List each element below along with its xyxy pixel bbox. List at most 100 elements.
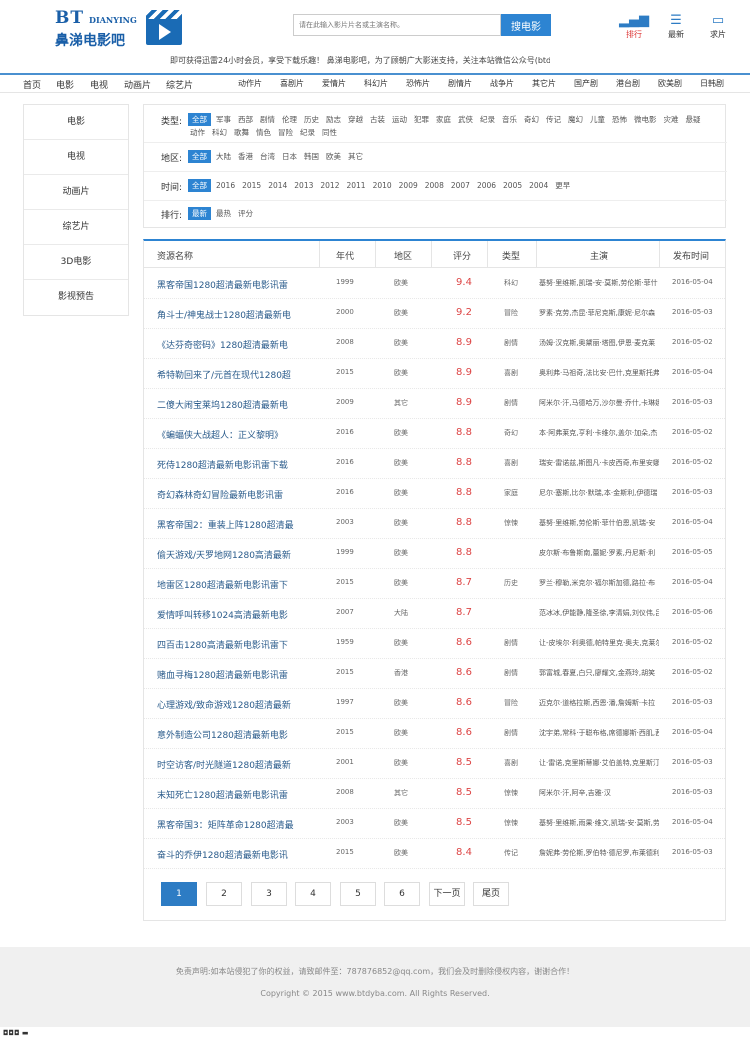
nav-romance[interactable]: 爱情片	[322, 78, 346, 89]
sidebar-item-movie[interactable]: 电影	[24, 105, 128, 140]
search-input[interactable]	[293, 14, 501, 36]
table-row[interactable]: 《蝙蝠侠大战超人：正义黎明》 2016 欧美 8.8 奇幻 本·阿弗莱克,亨利·卡维尔,盖…	[144, 419, 725, 449]
filter-year-option[interactable]: 2016	[214, 179, 237, 192]
resource-title-link[interactable]: 意外制造公司1280超清最新电影	[157, 728, 317, 741]
table-row[interactable]: 黑客帝国2：重装上阵1280超清最 2003 欧美 8.8 惊悚 基努·里维斯,劳伦斯·菲…	[144, 509, 725, 539]
sidebar-item-variety[interactable]: 综艺片	[24, 210, 128, 245]
filter-region-option[interactable]: 大陆	[214, 150, 233, 163]
filter-year-option[interactable]: 2005	[501, 179, 524, 192]
filter-type-option[interactable]: 穿越	[346, 113, 365, 126]
table-row[interactable]: 四百击1280高清最新电影讯雷下 1959 欧美 8.6 剧情 让-皮埃尔·利奥德,帕特里…	[144, 629, 725, 659]
filter-year-option[interactable]: 更早	[553, 179, 572, 192]
resource-title-link[interactable]: 《蝙蝠侠大战超人：正义黎明》	[157, 428, 317, 441]
sidebar-item-tv[interactable]: 电视	[24, 140, 128, 175]
table-row[interactable]: 赌血寻梅1280超清最新电影讯雷 2015 香港 8.6 剧情 郭富城,春夏,白只,廖耀文…	[144, 659, 725, 689]
filter-type-option[interactable]: 动作	[188, 126, 207, 139]
filter-type-option[interactable]: 恐怖	[610, 113, 629, 126]
resource-title-link[interactable]: 心理游戏/致命游戏1280超清最新	[157, 698, 317, 711]
col-title[interactable]: 资源名称	[157, 249, 193, 262]
col-actors[interactable]: 主演	[590, 249, 608, 262]
filter-type-option[interactable]: 全部	[188, 113, 211, 126]
table-row[interactable]: 黑客帝国1280超清最新电影讯雷 1999 欧美 9.4 科幻 基努·里维斯,凯瑞-安·莫…	[144, 269, 725, 299]
filter-type-option[interactable]: 军事	[214, 113, 233, 126]
filter-year-option[interactable]: 2010	[371, 179, 394, 192]
table-row[interactable]: 意外制造公司1280超清最新电影 2015 欧美 8.6 剧情 沈宇弟,常科·于聪布格,席…	[144, 719, 725, 749]
nav-action[interactable]: 动作片	[238, 78, 262, 89]
table-row[interactable]: 末知死亡1280超清最新电影讯雷 2008 其它 8.5 惊悚 阿米尔·汗,阿辛,吉雅·汉…	[144, 779, 725, 809]
nav-cn-series[interactable]: 国产剧	[574, 78, 598, 89]
table-row[interactable]: 二傻大闹宝莱坞1280超清最新电 2009 其它 8.9 剧情 阿米尔·汗,马德哈万,沙尔…	[144, 389, 725, 419]
table-row[interactable]: 地雷区1280超清最新电影讯雷下 2015 欧美 8.7 历史 罗兰·穆勒,米克尔·福尔斯…	[144, 569, 725, 599]
resource-title-link[interactable]: 赌血寻梅1280超清最新电影讯雷	[157, 668, 317, 681]
filter-year-option[interactable]: 全部	[188, 179, 211, 192]
nav-scifi[interactable]: 科幻片	[364, 78, 388, 89]
nav-drama[interactable]: 剧情片	[448, 78, 472, 89]
filter-year-option[interactable]: 2009	[397, 179, 420, 192]
resource-title-link[interactable]: 角斗士/神鬼战士1280超清最新电	[157, 308, 317, 321]
table-row[interactable]: 心理游戏/致命游戏1280超清最新 1997 欧美 8.6 冒险 迈克尔·道格拉斯,西恩·…	[144, 689, 725, 719]
table-row[interactable]: 角斗士/神鬼战士1280超清最新电 2000 欧美 9.2 冒险 罗素·克劳,杰昆·菲尼克…	[144, 299, 725, 329]
request-link[interactable]: ▭ 求片	[703, 12, 733, 40]
nav-anime[interactable]: 动画片	[124, 78, 151, 91]
resource-title-link[interactable]: 四百击1280高清最新电影讯雷下	[157, 638, 317, 651]
resource-title-link[interactable]: 希特勒回来了/元首在现代1280超	[157, 368, 317, 381]
nav-jpkr-series[interactable]: 日韩剧	[700, 78, 724, 89]
table-row[interactable]: 《达芬奇密码》1280超清最新电 2008 欧美 8.9 剧情 汤姆·汉克斯,奥黛丽·塔图…	[144, 329, 725, 359]
nav-home[interactable]: 首页	[23, 78, 41, 91]
rank-link[interactable]: ▂▄▆ 排行	[619, 12, 649, 40]
nav-tv[interactable]: 电视	[90, 78, 108, 91]
filter-type-option[interactable]: 伦理	[280, 113, 299, 126]
resource-title-link[interactable]: 奇幻森林奇幻冒险最新电影讯雷	[157, 488, 317, 501]
filter-type-option[interactable]: 运动	[390, 113, 409, 126]
filter-type-option[interactable]: 家庭	[434, 113, 453, 126]
table-row[interactable]: 黑客帝国3：矩阵革命1280超清最 2003 欧美 8.5 惊悚 基努·里维斯,雨果·维文…	[144, 809, 725, 839]
table-row[interactable]: 时空访客/时光隧道1280超清最新 2001 欧美 8.5 喜剧 让·雷诺,克里斯蒂娜·艾…	[144, 749, 725, 779]
filter-type-option[interactable]: 情色	[254, 126, 273, 139]
filter-type-option[interactable]: 剧情	[258, 113, 277, 126]
site-logo[interactable]: BT DIANYING 鼻涕电影吧	[55, 8, 137, 50]
filter-region-option[interactable]: 韩国	[302, 150, 321, 163]
sidebar-item-3d[interactable]: 3D电影	[24, 245, 128, 280]
filter-type-option[interactable]: 传记	[544, 113, 563, 126]
filter-year-option[interactable]: 2004	[527, 179, 550, 192]
table-row[interactable]: 希特勒回来了/元首在现代1280超 2015 欧美 8.9 喜剧 奥利弗·马祖奇,法比安·…	[144, 359, 725, 389]
filter-region-option[interactable]: 日本	[280, 150, 299, 163]
resource-title-link[interactable]: 末知死亡1280超清最新电影讯雷	[157, 788, 317, 801]
resource-title-link[interactable]: 地雷区1280超清最新电影讯雷下	[157, 578, 317, 591]
nav-horror[interactable]: 恐怖片	[406, 78, 430, 89]
filter-type-option[interactable]: 武侠	[456, 113, 475, 126]
filter-year-option[interactable]: 2011	[344, 179, 367, 192]
filter-region-option[interactable]: 其它	[346, 150, 365, 163]
filter-year-option[interactable]: 2014	[266, 179, 289, 192]
table-row[interactable]: 奇幻森林奇幻冒险最新电影讯雷 2016 欧美 8.8 家庭 尼尔·塞斯,比尔·默瑞,本·金…	[144, 479, 725, 509]
col-type[interactable]: 类型	[502, 249, 520, 262]
filter-type-option[interactable]: 悬疑	[684, 113, 703, 126]
page-button[interactable]: 3	[251, 882, 287, 906]
filter-type-option[interactable]: 纪录	[298, 126, 317, 139]
resource-title-link[interactable]: 黑客帝国2：重装上阵1280超清最	[157, 518, 317, 531]
next-page-button[interactable]: 下一页	[429, 882, 465, 906]
resource-title-link[interactable]: 偷天游戏/天罗地网1280高清最新	[157, 548, 317, 561]
sidebar-item-trailer[interactable]: 影视预告	[24, 280, 128, 315]
resource-title-link[interactable]: 时空访客/时光隧道1280超清最新	[157, 758, 317, 771]
resource-title-link[interactable]: 奋斗的乔伊1280超清最新电影讯	[157, 848, 317, 861]
page-button[interactable]: 6	[384, 882, 420, 906]
filter-type-option[interactable]: 纪录	[478, 113, 497, 126]
filter-year-option[interactable]: 2015	[240, 179, 263, 192]
nav-west-series[interactable]: 欧美剧	[658, 78, 682, 89]
filter-type-option[interactable]: 犯罪	[412, 113, 431, 126]
table-row[interactable]: 奋斗的乔伊1280超清最新电影讯 2015 欧美 8.4 传记 詹妮弗·劳伦斯,罗伯特·德…	[144, 839, 725, 869]
col-date[interactable]: 发布时间	[673, 249, 709, 262]
resource-title-link[interactable]: 爱情呼叫转移1024高清最新电影	[157, 608, 317, 621]
filter-type-option[interactable]: 古装	[368, 113, 387, 126]
search-button[interactable]: 搜电影	[501, 14, 551, 36]
filter-type-option[interactable]: 儿童	[588, 113, 607, 126]
page-button[interactable]: 4	[295, 882, 331, 906]
filter-type-option[interactable]: 历史	[302, 113, 321, 126]
filter-type-option[interactable]: 冒险	[276, 126, 295, 139]
filter-type-option[interactable]: 音乐	[500, 113, 519, 126]
filter-type-option[interactable]: 励志	[324, 113, 343, 126]
filter-year-option[interactable]: 2008	[423, 179, 446, 192]
nav-war[interactable]: 战争片	[490, 78, 514, 89]
filter-type-option[interactable]: 歌舞	[232, 126, 251, 139]
